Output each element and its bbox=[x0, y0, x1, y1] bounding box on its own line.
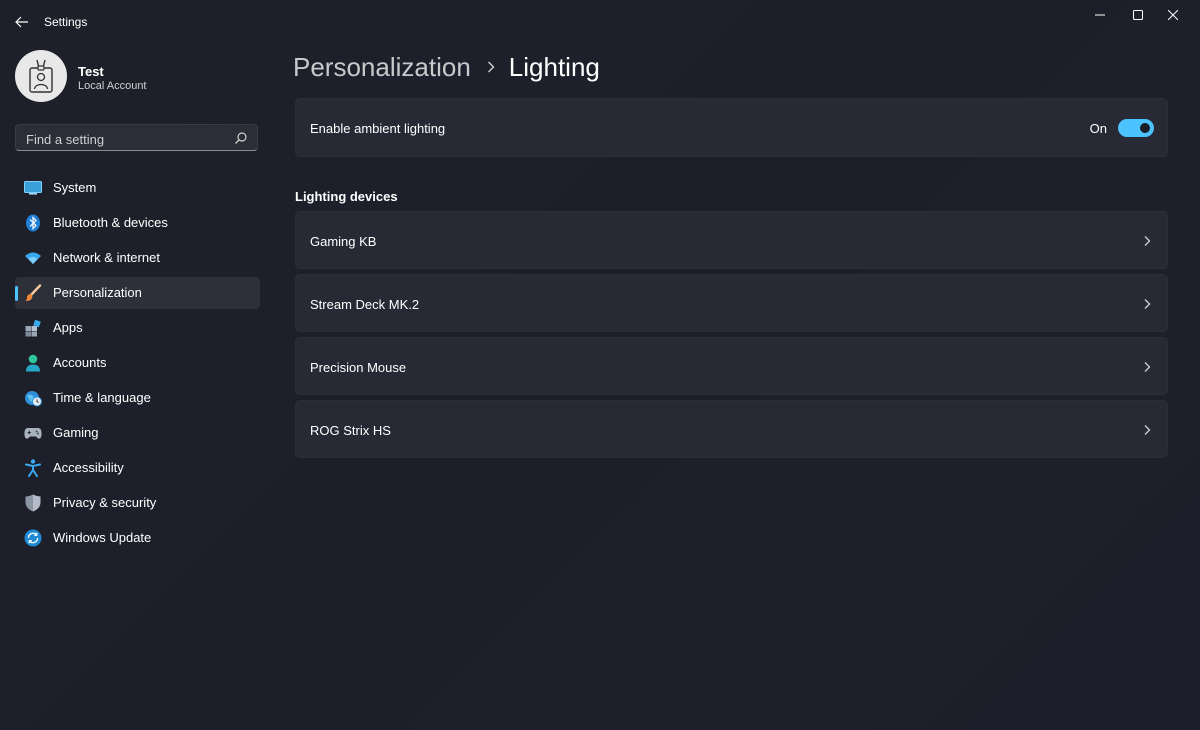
user-badge-icon bbox=[29, 59, 53, 93]
ambient-lighting-toggle[interactable] bbox=[1118, 119, 1154, 137]
toggle-state-label: On bbox=[1089, 121, 1107, 136]
chevron-right-icon bbox=[1144, 425, 1151, 435]
sidebar-item-time-language[interactable]: Time & language bbox=[15, 382, 260, 414]
gamepad-icon bbox=[24, 424, 42, 442]
toggle-knob bbox=[1140, 123, 1150, 133]
sidebar-item-system[interactable]: System bbox=[15, 172, 260, 204]
device-name: Gaming KB bbox=[310, 234, 377, 249]
sidebar-item-label: Network & internet bbox=[53, 250, 160, 265]
shield-icon bbox=[24, 494, 42, 512]
lighting-devices-heading: Lighting devices bbox=[295, 189, 398, 204]
update-icon bbox=[24, 529, 42, 547]
minimize-icon bbox=[1095, 14, 1105, 16]
sidebar-item-label: Privacy & security bbox=[53, 495, 157, 510]
back-arrow-icon bbox=[15, 16, 28, 28]
wifi-icon bbox=[24, 249, 42, 267]
sidebar-item-label: Time & language bbox=[53, 390, 151, 405]
person-icon bbox=[24, 354, 42, 372]
bluetooth-icon bbox=[24, 214, 42, 232]
paintbrush-icon bbox=[24, 284, 42, 302]
sidebar-item-label: Gaming bbox=[53, 425, 99, 440]
app-title: Settings bbox=[44, 15, 88, 29]
back-button[interactable] bbox=[10, 11, 34, 33]
sidebar-item-label: Accessibility bbox=[53, 460, 124, 475]
sidebar-item-label: Windows Update bbox=[53, 530, 152, 545]
sidebar-item-label: Bluetooth & devices bbox=[53, 215, 168, 230]
sidebar-item-accessibility[interactable]: Accessibility bbox=[15, 452, 260, 484]
sidebar-item-label: System bbox=[53, 180, 97, 195]
close-button[interactable] bbox=[1150, 0, 1196, 30]
chevron-right-icon bbox=[1144, 236, 1151, 246]
breadcrumb-parent[interactable]: Personalization bbox=[293, 52, 471, 83]
chevron-right-icon bbox=[1144, 299, 1151, 309]
monitor-icon bbox=[24, 179, 42, 197]
sidebar-item-apps[interactable]: Apps bbox=[15, 312, 260, 344]
sidebar-item-gaming[interactable]: Gaming bbox=[15, 417, 260, 449]
selection-indicator bbox=[15, 286, 18, 301]
search-box[interactable] bbox=[15, 124, 258, 151]
sidebar-item-network[interactable]: Network & internet bbox=[15, 242, 260, 274]
device-card[interactable]: Gaming KB bbox=[295, 211, 1168, 269]
device-card[interactable]: Precision Mouse bbox=[295, 337, 1168, 395]
close-icon bbox=[1168, 10, 1178, 20]
sidebar-item-accounts[interactable]: Accounts bbox=[15, 347, 260, 379]
sidebar-nav: System Bluetooth & devices Network & int… bbox=[15, 172, 260, 557]
chevron-right-icon bbox=[487, 61, 495, 73]
device-card[interactable]: ROG Strix HS bbox=[295, 400, 1168, 458]
device-name: ROG Strix HS bbox=[310, 423, 391, 438]
device-name: Stream Deck MK.2 bbox=[310, 297, 420, 312]
chevron-right-icon bbox=[1144, 362, 1151, 372]
clock-globe-icon bbox=[24, 389, 42, 407]
device-card[interactable]: Stream Deck MK.2 bbox=[295, 274, 1168, 332]
ambient-lighting-label: Enable ambient lighting bbox=[310, 121, 446, 136]
ambient-lighting-card: Enable ambient lighting On bbox=[295, 98, 1168, 157]
sidebar-item-windows-update[interactable]: Windows Update bbox=[15, 522, 260, 554]
accessibility-icon bbox=[24, 459, 42, 477]
maximize-icon bbox=[1133, 10, 1143, 20]
sidebar-item-privacy[interactable]: Privacy & security bbox=[15, 487, 260, 519]
sidebar-item-bluetooth[interactable]: Bluetooth & devices bbox=[15, 207, 260, 239]
account-type: Local Account bbox=[78, 80, 147, 92]
avatar[interactable] bbox=[15, 50, 67, 102]
sidebar-item-label: Personalization bbox=[53, 285, 142, 300]
user-name: Test bbox=[78, 64, 104, 79]
title-bar: Settings bbox=[0, 0, 1200, 44]
page-title: Lighting bbox=[508, 51, 600, 82]
breadcrumb: Personalization Lighting bbox=[293, 50, 600, 84]
apps-icon bbox=[24, 319, 42, 337]
search-icon[interactable] bbox=[234, 131, 248, 145]
sidebar-item-personalization[interactable]: Personalization bbox=[15, 277, 260, 309]
settings-window: Settings Test Local Account Find a setti… bbox=[0, 0, 1200, 730]
search-input[interactable] bbox=[24, 129, 228, 149]
sidebar-item-label: Accounts bbox=[53, 355, 107, 370]
device-name: Precision Mouse bbox=[310, 360, 407, 375]
sidebar-item-label: Apps bbox=[53, 320, 83, 335]
